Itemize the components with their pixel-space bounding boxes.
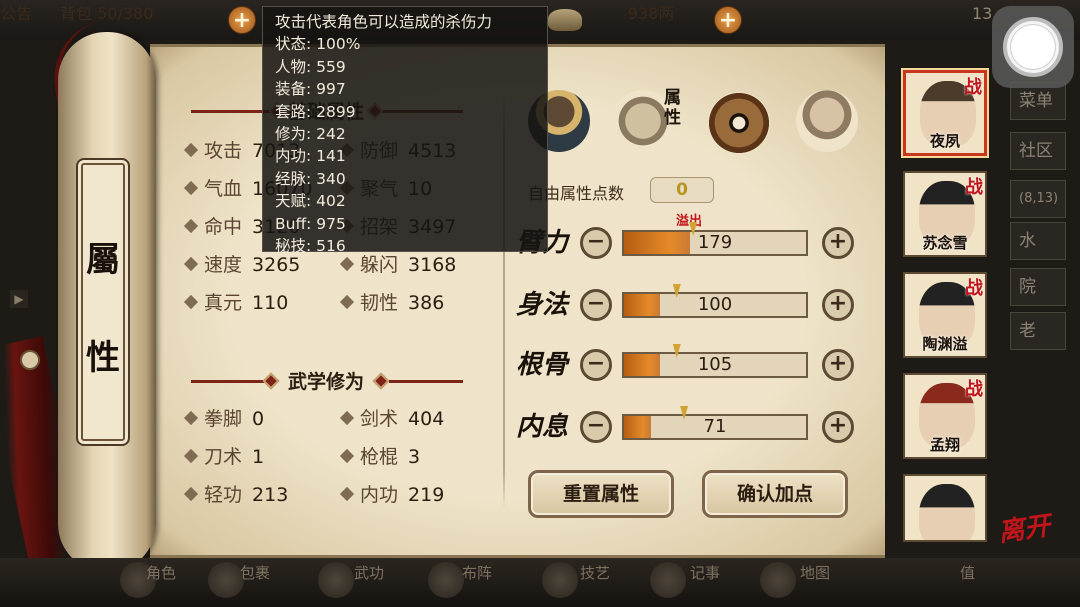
free-points-value: 0 [650,177,714,203]
right-menu-item[interactable]: 水 [1010,222,1066,260]
martial-fist[interactable]: 拳脚 0 [183,406,264,432]
journal-nav-icon [650,562,686,598]
breath-minus-button[interactable]: − [580,411,612,443]
martial-sword[interactable]: 剑术 404 [339,406,444,432]
skill-nav-icon [542,562,578,598]
constitution-minus-button[interactable]: − [580,349,612,381]
tooltip-line: 套路: 2899 [275,102,356,121]
notice-button[interactable]: 公告 [0,0,32,24]
silver-ingot-icon [548,9,582,31]
map-nav-icon [760,562,796,598]
agility-bar: 100 [622,284,808,318]
add-bag-button[interactable]: + [228,6,256,34]
coordinates-text: (8,13) [1010,180,1066,218]
scroll-title-char: 性 [86,338,120,378]
tooltip-line: Buff: 975 [275,214,346,233]
nav-journal[interactable]: 记事 [690,562,720,583]
attr-agility-label: 身法 [516,290,569,320]
nav-martial[interactable]: 武功 [354,562,384,583]
martial-blade[interactable]: 刀术 1 [183,444,264,470]
clock-text: 13 [972,4,993,23]
constitution-bar: 105 [622,344,808,378]
constitution-plus-button[interactable]: + [822,349,854,381]
money-display: 938两 [627,4,675,23]
nav-role[interactable]: 角色 [146,562,176,583]
martial-header: 武学修为 [185,370,467,393]
overflow-label: 溢出 [676,214,703,229]
tooltip-line: 状态: 100% [275,35,361,54]
attributes-tab-label: 属性 [664,88,681,128]
martial-spear[interactable]: 枪棍 3 [339,444,420,470]
tooltip-line: 秘技: 516 [275,237,346,256]
tooltip-line: 经脉: 340 [275,169,346,188]
right-menu-item[interactable]: 老 [1010,312,1066,350]
community-button[interactable]: 社区 [1010,132,1066,170]
bagua-tab-icon[interactable] [708,92,770,154]
scroll-title-label: 屬 性 [76,158,130,446]
agility-plus-button[interactable]: + [822,289,854,321]
right-menu-item[interactable]: 院 [1010,268,1066,306]
nav-extra[interactable]: 值 [960,562,975,583]
character-card[interactable]: 战陶渊溢 [903,272,987,358]
confirm-points-button[interactable]: 确认加点 [702,470,848,518]
tassel-bead [20,350,40,370]
leave-button[interactable]: 离开 [996,504,1061,549]
nav-skill[interactable]: 技艺 [580,562,610,583]
character-card[interactable]: 战孟翔 [903,373,987,459]
scroll-title-char: 屬 [86,240,120,280]
nav-bag[interactable]: 包裹 [240,562,270,583]
attr-constitution-label: 根骨 [516,350,569,380]
tooltip-title: 攻击代表角色可以造成的杀伤力 [275,13,493,31]
attr-breath-label: 内息 [516,412,569,442]
breath-bar: 71 [622,406,808,440]
reset-attributes-button[interactable]: 重置属性 [528,470,674,518]
breath-plus-button[interactable]: + [822,411,854,443]
assistive-touch-button[interactable] [992,6,1074,88]
character-card[interactable]: 战苏念雪 [903,171,987,257]
bag-capacity: 背包 50/380 [60,4,154,23]
character-card[interactable]: 战夜夙 [903,70,987,156]
tooltip-line: 人物: 559 [275,57,346,76]
strength-plus-button[interactable]: + [822,227,854,259]
strength-bar: 179 [622,222,808,256]
tooltip-line: 修为: 242 [275,125,346,144]
strength-minus-button[interactable]: − [580,227,612,259]
formation-nav-icon [428,562,464,598]
add-money-button[interactable]: + [714,6,742,34]
character-card[interactable] [903,474,987,542]
tooltip-line: 装备: 997 [275,80,346,99]
bag-nav-icon [208,562,244,598]
martial-lightness[interactable]: 轻功 213 [183,482,288,508]
nav-formation[interactable]: 布阵 [462,562,492,583]
expand-arrow-icon[interactable]: ▶ [10,290,28,308]
meridian-figure-tab-icon[interactable] [796,90,858,152]
martial-nav-icon [318,562,354,598]
tooltip-line: 内功: 141 [275,147,346,166]
agility-minus-button[interactable]: − [580,289,612,321]
tooltip-line: 天赋: 402 [275,192,346,211]
attack-tooltip: 攻击代表角色可以造成的杀伤力 状态: 100% 人物: 559 装备: 997 … [262,6,548,255]
stat-toughness[interactable]: 韧性 386 [339,290,444,316]
nav-map[interactable]: 地图 [800,562,830,583]
martial-inner[interactable]: 内功 219 [339,482,444,508]
stat-true-energy[interactable]: 真元 110 [183,290,288,316]
